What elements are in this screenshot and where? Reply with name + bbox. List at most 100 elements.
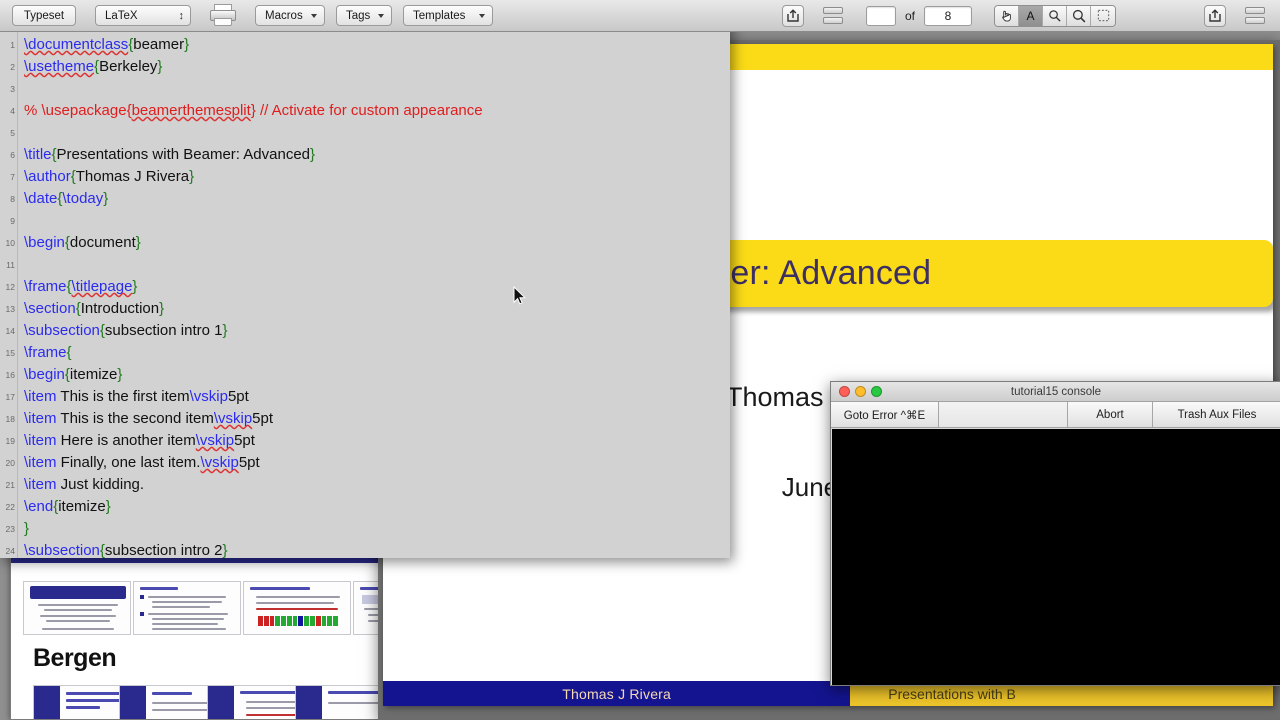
code-lines[interactable]: 1 \documentclass{beamer} 2 \usetheme{Berkel… bbox=[0, 34, 730, 558]
code-line[interactable]: 9 bbox=[0, 210, 730, 232]
console-toolbar[interactable]: Goto Error ^⌘E Abort Trash Aux Files bbox=[831, 402, 1280, 428]
code-token: beamer bbox=[133, 36, 185, 53]
code-line[interactable]: 22 \end{itemize} bbox=[0, 496, 730, 518]
code-line[interactable]: 24 \subsection{subsection intro 2} bbox=[0, 540, 730, 558]
code-line[interactable]: 20 \item Finally, one last item.\vskip5pt bbox=[0, 452, 730, 474]
code-token: itemize bbox=[69, 366, 118, 383]
sidebar-toggle-icon[interactable] bbox=[1242, 5, 1268, 27]
code-line[interactable]: 16 \begin{itemize} bbox=[0, 364, 730, 386]
code-line[interactable]: 3 bbox=[0, 78, 730, 100]
code-line[interactable]: 6 \title{Presentations with Beamer: Advan… bbox=[0, 144, 730, 166]
code-token: \vskip bbox=[189, 388, 228, 405]
console-title: tutorial15 console bbox=[1010, 385, 1102, 398]
code-line-number: 16 bbox=[5, 370, 15, 380]
thumb-sidebar bbox=[34, 686, 60, 719]
code-line-number: 6 bbox=[10, 150, 15, 160]
code-line[interactable]: 5 bbox=[0, 122, 730, 144]
code-line-number: 23 bbox=[5, 524, 15, 534]
thumb-line bbox=[256, 596, 340, 598]
code-line[interactable]: 17 \item This is the first item\vskip5pt bbox=[0, 386, 730, 408]
code-line-text: \title{Presentations with Beamer: Advanc… bbox=[24, 144, 315, 166]
code-line[interactable]: 23} bbox=[0, 518, 730, 540]
code-line[interactable]: 13 \section{Introduction} bbox=[0, 298, 730, 320]
background-document-window[interactable]: Bergen bbox=[10, 556, 385, 720]
console-window[interactable]: tutorial15 console Goto Error ^⌘E Abort … bbox=[830, 381, 1280, 686]
code-line[interactable]: 18 \item This is the second item\vskip5pt bbox=[0, 408, 730, 430]
console-output[interactable] bbox=[832, 429, 1280, 685]
console-titlebar[interactable]: tutorial15 console bbox=[831, 382, 1280, 402]
code-line[interactable]: 1 \documentclass{beamer} bbox=[0, 34, 730, 56]
thumb-color-grid bbox=[258, 616, 338, 626]
code-line-text: \begin{itemize} bbox=[24, 364, 122, 386]
templates-menu[interactable]: Templates bbox=[403, 5, 493, 26]
code-token: beamerthemesplit bbox=[131, 102, 251, 119]
code-line[interactable]: 14 \subsection{subsection intro 1} bbox=[0, 320, 730, 342]
typeset-button[interactable]: Typeset bbox=[12, 5, 76, 26]
code-token: } bbox=[310, 146, 316, 163]
code-line-number: 4 bbox=[10, 106, 15, 116]
code-line[interactable]: 12 \frame{\titlepage} bbox=[0, 276, 730, 298]
code-token: \frame bbox=[24, 344, 67, 361]
zoom-in-icon[interactable] bbox=[1067, 5, 1091, 26]
code-line[interactable]: 19 \item Here is another item\vskip5pt bbox=[0, 430, 730, 452]
pdf-tool-segmented-control[interactable]: A bbox=[994, 4, 1116, 27]
code-line[interactable]: 7 \author{Thomas J Rivera} bbox=[0, 166, 730, 188]
code-line[interactable]: 10 \begin{document} bbox=[0, 232, 730, 254]
thumb-line bbox=[66, 706, 100, 709]
code-line-number: 14 bbox=[5, 326, 15, 336]
code-token: \title bbox=[24, 146, 52, 163]
code-token: \end bbox=[24, 498, 54, 515]
zoom-out-icon[interactable] bbox=[1043, 5, 1067, 26]
marquee-select-icon[interactable] bbox=[1091, 5, 1115, 26]
thumbnail-slide[interactable] bbox=[23, 581, 131, 635]
code-line[interactable]: 21 \item Just kidding. bbox=[0, 474, 730, 496]
abort-button[interactable]: Abort bbox=[1068, 402, 1153, 427]
code-line-text: \item This is the second item\vskip5pt bbox=[24, 408, 273, 430]
thumb-sidebar bbox=[120, 686, 146, 719]
macros-menu[interactable]: Macros bbox=[255, 5, 325, 26]
thumb-line bbox=[250, 587, 310, 590]
code-token: 5pt bbox=[234, 432, 255, 449]
code-token: } bbox=[222, 322, 228, 339]
thumb-line bbox=[152, 623, 218, 625]
goto-error-button[interactable]: Goto Error ^⌘E bbox=[831, 402, 939, 427]
page-number-input[interactable] bbox=[865, 5, 896, 26]
code-line-number: 21 bbox=[5, 480, 15, 490]
code-token: itemize bbox=[58, 498, 106, 515]
thumbnail-slide[interactable] bbox=[295, 685, 384, 719]
code-line[interactable]: 4 % \usepackage{beamerthemesplit} // Acti… bbox=[0, 100, 730, 122]
editor-window[interactable]: 1 \documentclass{beamer} 2 \usetheme{Berkel… bbox=[0, 0, 730, 558]
thumb-line bbox=[140, 587, 178, 590]
code-token: \vskip bbox=[195, 432, 235, 449]
code-token: \item bbox=[24, 476, 57, 493]
code-token: \author bbox=[24, 168, 71, 185]
footer-author: Thomas J Rivera bbox=[383, 681, 851, 706]
trash-aux-files-button[interactable]: Trash Aux Files bbox=[1153, 402, 1280, 427]
code-token: } bbox=[24, 520, 30, 537]
text-select-tool-icon[interactable]: A bbox=[1019, 5, 1043, 26]
thumb-line bbox=[256, 608, 338, 610]
thumbnail-slide[interactable] bbox=[133, 581, 241, 635]
sidebar-toggle-icon[interactable] bbox=[820, 5, 846, 27]
tags-menu[interactable]: Tags bbox=[336, 5, 392, 26]
code-token: } bbox=[189, 168, 195, 185]
code-token: \date bbox=[24, 190, 58, 207]
code-line[interactable]: 8 \date{\today} bbox=[0, 188, 730, 210]
code-token: } bbox=[159, 300, 165, 317]
code-line[interactable]: 11 bbox=[0, 254, 730, 276]
hand-tool-icon[interactable] bbox=[995, 5, 1019, 26]
code-editor[interactable]: 1 \documentclass{beamer} 2 \usetheme{Berkel… bbox=[0, 32, 730, 558]
code-line[interactable]: 2 \usetheme{Berkeley} bbox=[0, 56, 730, 78]
share-icon[interactable] bbox=[1204, 4, 1226, 27]
engine-select[interactable]: LaTeX bbox=[95, 5, 191, 26]
thumbnail-slide[interactable] bbox=[243, 581, 351, 635]
code-token: \begin bbox=[24, 366, 65, 383]
application-toolbar[interactable]: Typeset LaTeX Macros Tags Templates of 8 bbox=[0, 0, 1280, 32]
print-icon[interactable] bbox=[209, 3, 237, 28]
code-line-text: % \usepackage{beamerthemesplit} // Activ… bbox=[24, 100, 483, 122]
share-icon[interactable] bbox=[781, 4, 804, 27]
code-token: Thomas J Rivera bbox=[75, 168, 190, 185]
code-token: This is the first item bbox=[56, 388, 190, 405]
code-line-number: 13 bbox=[5, 304, 15, 314]
code-line[interactable]: 15 \frame{ bbox=[0, 342, 730, 364]
